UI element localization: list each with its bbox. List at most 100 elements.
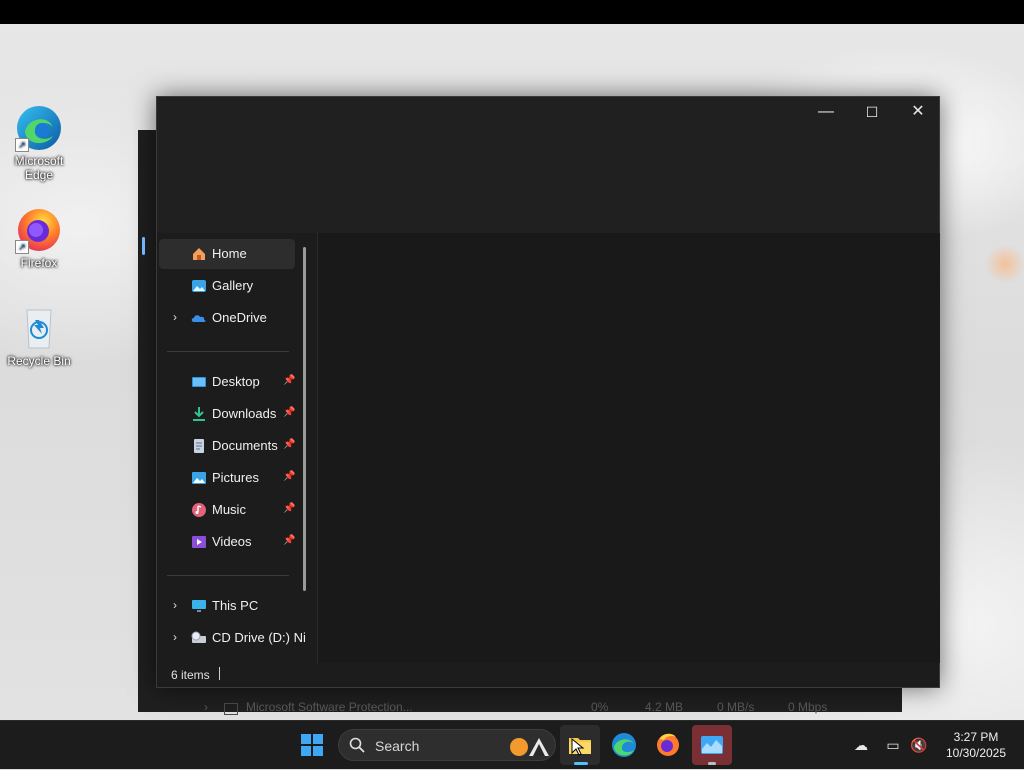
pin-icon[interactable]: 📌 [283,407,295,419]
wallpaper-highlight [985,244,1024,284]
process-network: 0 Mbps [788,700,828,714]
nav-item-label: Gallery [212,278,254,293]
nav-separator [167,351,289,352]
nav-item-onedrive[interactable]: › OneDrive [159,303,295,333]
nav-item-home[interactable]: Home [159,239,295,269]
nav-item-label: Pictures [212,470,259,485]
process-icon [224,703,238,715]
desktop-icon-label: Firefox [20,256,58,270]
taskbar-search[interactable]: Search [338,729,556,761]
gallery-icon [191,278,207,294]
desktop-icon-label: Recycle Bin [7,354,71,368]
nav-item-documents[interactable]: Documents 📌 [159,431,295,461]
download-icon [191,406,207,422]
nav-item-desktop[interactable]: Desktop 📌 [159,367,295,397]
shortcut-arrow-icon: ↗ [15,138,29,152]
search-label: Search [375,738,420,754]
process-disk: 0 MB/s [717,700,755,714]
item-count: 6 items [171,668,210,682]
nav-item-label: Music [212,502,246,517]
cd-drive-icon [191,630,207,646]
chevron-right-icon: › [204,700,208,714]
file-explorer-window[interactable]: — ☐ ✕ Home Gallery › OneDrive Desktop 📌 … [156,96,940,688]
pin-icon[interactable]: 📌 [283,503,295,515]
nav-item-pictures[interactable]: Pictures 📌 [159,463,295,493]
file-explorer-icon [569,737,591,756]
nav-item-label: Desktop [212,374,260,389]
process-name: Microsoft Software Protection... [246,700,413,714]
navigation-pane[interactable]: Home Gallery › OneDrive Desktop 📌 Downlo… [157,233,315,663]
edge-icon [612,733,636,757]
chevron-right-icon[interactable]: › [169,630,181,644]
chevron-right-icon[interactable]: › [169,598,181,612]
nav-item-videos[interactable]: Videos 📌 [159,527,295,557]
firefox-icon [657,733,679,756]
onedrive-offline-icon[interactable]: ☁ [852,737,870,753]
cloud-icon [191,310,207,326]
firefox-icon: ↗ [15,206,63,254]
start-button[interactable] [292,725,332,765]
network-icon[interactable]: ▭ [884,737,902,753]
desktop-icon-edge[interactable]: ↗ Microsoft Edge [3,104,75,182]
search-icon [349,737,365,753]
status-bar: 6 items [157,663,939,687]
nav-item-cd-drive[interactable]: › CD Drive (D:) Ni [159,623,306,653]
videos-icon [191,534,207,550]
running-app-indicator [708,762,716,765]
clock-date: 10/30/2025 [945,746,1007,760]
nav-item-label: OneDrive [212,310,267,325]
edge-icon: ↗ [15,104,63,152]
content-pane[interactable] [317,233,940,663]
process-memory: 4.2 MB [645,700,684,714]
home-icon [191,246,207,262]
nav-scrollbar[interactable] [303,247,306,591]
desktop-icon-label: Microsoft Edge [14,154,64,182]
nav-item-label: CD Drive (D:) Ni [212,630,306,645]
taskbar-firefox[interactable] [648,725,688,765]
maximize-button[interactable]: ☐ [849,97,895,127]
explorer-title-bar[interactable]: — ☐ ✕ [157,97,939,233]
pin-icon[interactable]: 📌 [283,471,295,483]
nav-item-label: Home [212,246,247,261]
taskbar-file-explorer[interactable] [560,725,600,765]
desktop-icon-recycle-bin[interactable]: Recycle Bin [3,304,75,368]
background-process-row: › Microsoft Software Protection... 0% 4.… [200,700,840,716]
text-cursor [219,667,220,680]
nav-item-label: Documents [212,438,278,453]
clock-time: 3:27 PM [953,730,999,744]
nav-item-gallery[interactable]: Gallery [159,271,295,301]
taskbar-edge[interactable] [604,725,644,765]
start-icon [301,734,323,756]
pictures-icon [191,470,207,486]
nav-item-downloads[interactable]: Downloads 📌 [159,399,295,429]
process-cpu: 0% [591,700,609,714]
task-manager-icon [701,736,723,754]
nav-item-label: Downloads [212,406,277,421]
taskbar[interactable]: Search ☁ ▭ 🔇 3:27 PM 10/30/2025 [0,720,1024,769]
nav-item-label: Videos [212,534,252,549]
shortcut-arrow-icon: ↗ [15,240,29,254]
selection-indicator [142,237,145,255]
active-app-indicator [574,762,588,765]
music-icon [191,502,207,518]
taskbar-clock[interactable]: 3:27 PM 10/30/2025 [936,729,1016,761]
pin-icon[interactable]: 📌 [283,439,295,451]
taskbar-task-manager[interactable] [692,725,732,765]
pin-icon[interactable]: 📌 [283,535,295,547]
search-highlight-icon [507,732,553,758]
close-button[interactable]: ✕ [895,97,941,127]
recycle-bin-icon [15,304,63,352]
documents-icon [191,438,207,454]
nav-separator [167,575,289,576]
nav-item-music[interactable]: Music 📌 [159,495,295,525]
nav-item-this-pc[interactable]: › This PC [159,591,295,621]
chevron-right-icon[interactable]: › [169,310,181,324]
computer-icon [191,598,207,614]
pin-icon[interactable]: 📌 [283,375,295,387]
volume-muted-icon[interactable]: 🔇 [910,737,928,753]
nav-item-label: This PC [212,598,259,613]
desktop-icon-firefox[interactable]: ↗ Firefox [3,206,75,270]
top-black-bar [0,0,1024,24]
desktop-folder-icon [191,374,207,390]
minimize-button[interactable]: — [803,97,849,127]
